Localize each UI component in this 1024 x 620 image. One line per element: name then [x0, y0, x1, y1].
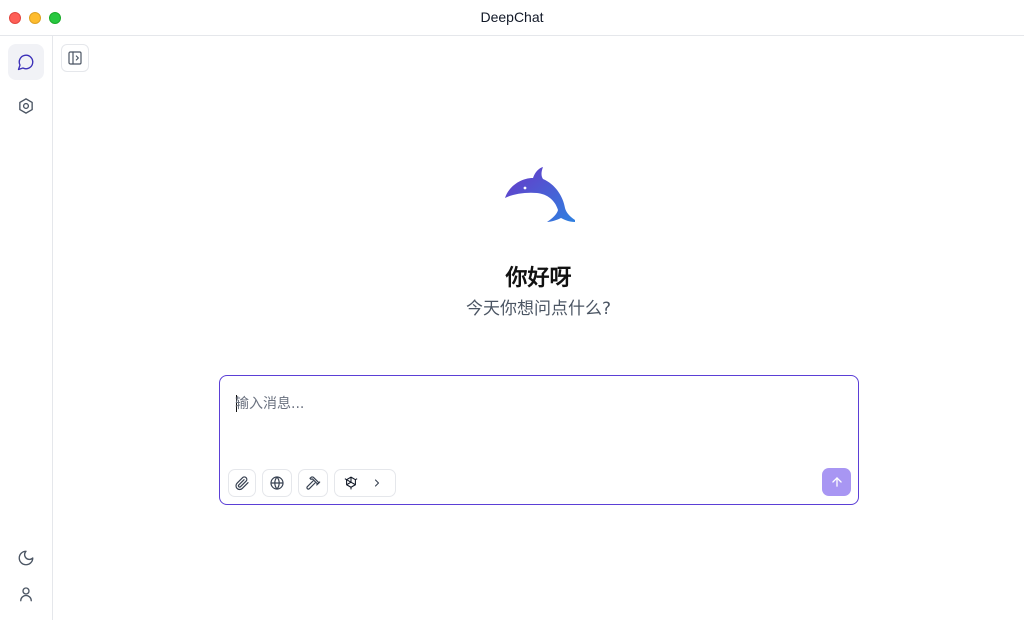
- title-bar: DeepChat: [0, 0, 1024, 36]
- arrow-up-icon: [831, 477, 842, 487]
- sidebar-item-settings[interactable]: [8, 88, 44, 124]
- greeting-subtitle: 今天你想问点什么?: [465, 299, 612, 319]
- web-search-button[interactable]: [262, 469, 292, 497]
- settings-icon: [19, 98, 33, 114]
- attach-button[interactable]: [228, 469, 256, 497]
- user-icon: [20, 587, 32, 602]
- message-composer: [219, 375, 859, 505]
- greeting-title: 你好呀: [505, 266, 572, 291]
- sidebar: [0, 36, 53, 620]
- paperclip-icon: [235, 476, 249, 491]
- moon-icon: [18, 550, 34, 566]
- message-input[interactable]: [235, 392, 835, 416]
- sidebar-toggle-button[interactable]: [61, 44, 89, 72]
- send-button[interactable]: [822, 468, 851, 496]
- chevron-right-icon: [374, 479, 380, 487]
- chat-bubble-icon: [17, 54, 34, 71]
- openai-icon: [344, 476, 358, 490]
- hammer-icon: [306, 476, 321, 490]
- sidebar-item-profile[interactable]: [8, 576, 44, 612]
- model-selector-button[interactable]: [334, 469, 396, 497]
- tools-button[interactable]: [298, 469, 328, 497]
- app-title: DeepChat: [480, 9, 544, 25]
- sidebar-item-chat[interactable]: [8, 44, 44, 80]
- sidebar-item-theme[interactable]: [8, 540, 44, 576]
- sidebar-toggle-icon: [68, 51, 82, 65]
- globe-icon: [270, 476, 284, 490]
- dolphin-logo-icon: [505, 167, 575, 222]
- app-window: DeepChat 你好呀 今天你想问点什么? 输入消息...: [0, 0, 1024, 620]
